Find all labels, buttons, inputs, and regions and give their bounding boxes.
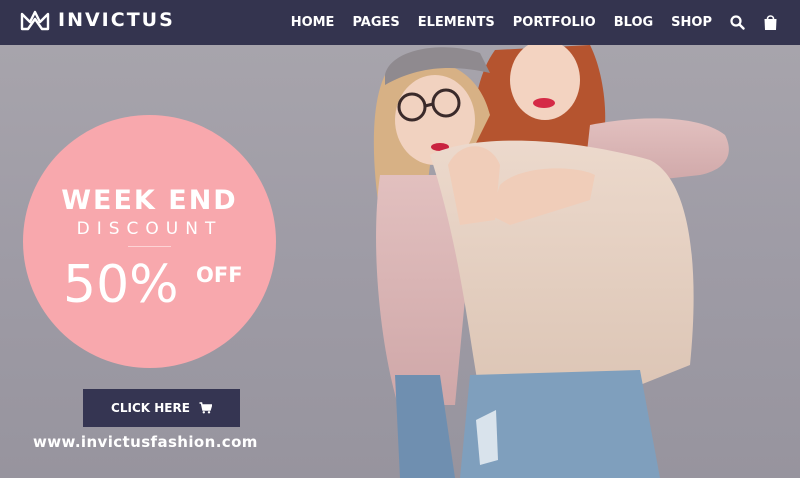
shopping-bag-icon[interactable] — [763, 14, 778, 31]
website-url[interactable]: www.invictusfashion.com — [33, 433, 258, 451]
main-nav: HOME PAGES ELEMENTS PORTFOLIO BLOG SHOP — [273, 0, 778, 45]
nav-item-elements[interactable]: ELEMENTS — [418, 15, 495, 30]
nav-item-blog[interactable]: BLOG — [614, 15, 653, 30]
promo-divider — [128, 246, 171, 247]
nav-item-portfolio[interactable]: PORTFOLIO — [513, 15, 596, 30]
nav-item-home[interactable]: HOME — [291, 15, 335, 30]
hero-banner: INVICTUS HOME PAGES ELEMENTS PORTFOLIO B… — [0, 0, 800, 478]
promo-off-label: OFF — [196, 263, 243, 287]
discount-badge: WEEK END DISCOUNT 50% OFF — [23, 115, 276, 368]
cart-icon — [199, 402, 212, 414]
nav-item-pages[interactable]: PAGES — [352, 15, 399, 30]
cta-label: CLICK HERE — [111, 401, 190, 415]
promo-subtitle: DISCOUNT — [76, 219, 223, 239]
crown-mountain-logo-icon — [20, 10, 50, 31]
click-here-button[interactable]: CLICK HERE — [83, 389, 240, 427]
nav-item-shop[interactable]: SHOP — [671, 15, 712, 30]
brand-name: INVICTUS — [58, 9, 175, 31]
search-icon[interactable] — [730, 15, 745, 30]
brand-logo[interactable]: INVICTUS — [20, 9, 175, 31]
promo-title: WEEK END — [61, 185, 238, 216]
top-navbar: INVICTUS HOME PAGES ELEMENTS PORTFOLIO B… — [0, 0, 800, 45]
promo-percent: 50% — [63, 255, 179, 315]
